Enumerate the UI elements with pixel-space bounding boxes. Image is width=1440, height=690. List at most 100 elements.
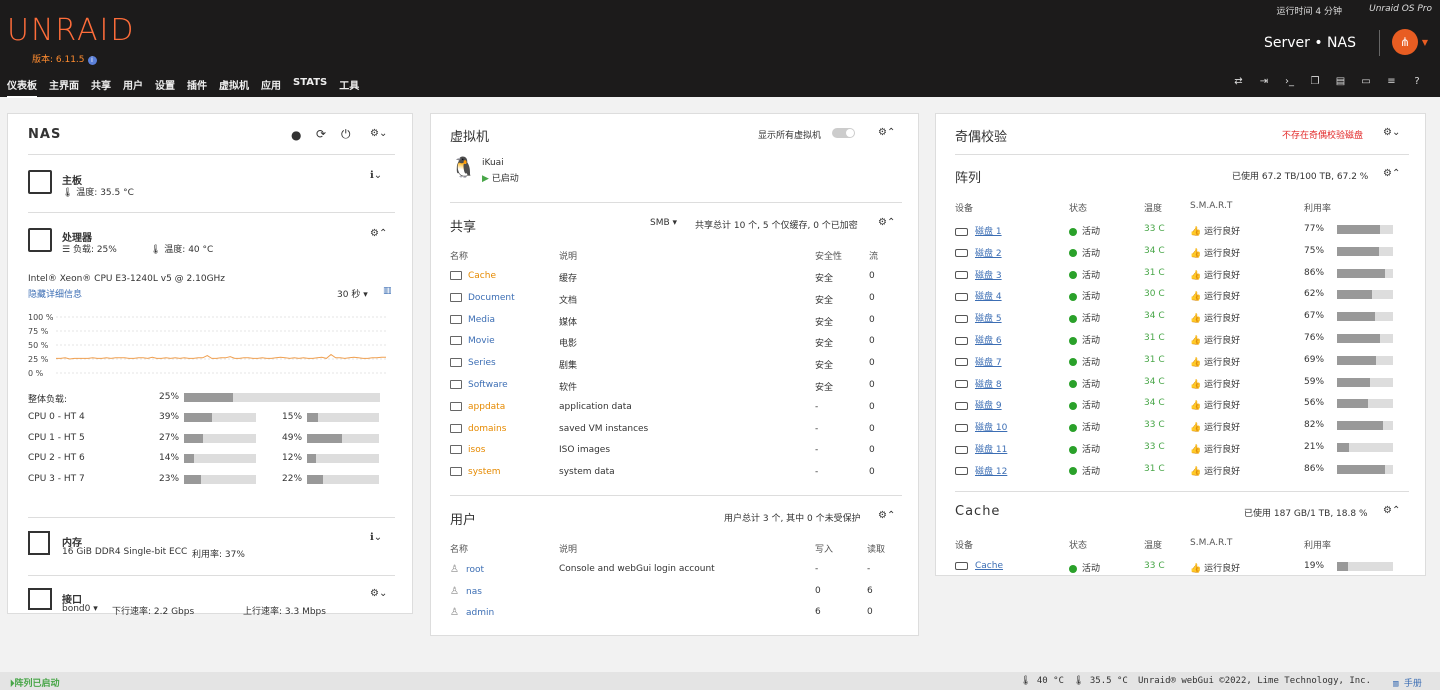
nav-tab[interactable]: 主界面 <box>49 77 79 98</box>
share-name-link[interactable]: Software <box>468 380 508 390</box>
info-icon[interactable]: ℹ⌄ <box>370 170 382 181</box>
disk-name-link[interactable]: 磁盘 8 <box>975 380 1002 390</box>
disk-name-link[interactable]: 磁盘 3 <box>975 271 1002 281</box>
share-row-name[interactable]: isos <box>450 445 485 455</box>
gear-icon[interactable]: ⚙⌃ <box>878 217 895 228</box>
disk-row-device[interactable]: 磁盘 2 <box>955 246 1002 259</box>
disk-row-device[interactable]: 磁盘 11 <box>955 442 1007 455</box>
logout-icon[interactable]: ⇥ <box>1257 76 1271 88</box>
gear-icon[interactable]: ⚙⌃ <box>370 228 387 239</box>
disk-row-device[interactable]: 磁盘 12 <box>955 464 1007 477</box>
disk-row-device[interactable]: 磁盘 10 <box>955 420 1007 433</box>
share-name-link[interactable]: system <box>468 467 501 477</box>
user-name-link[interactable]: root <box>466 565 484 575</box>
disk-row-device[interactable]: 磁盘 6 <box>955 333 1002 346</box>
disk-name-link[interactable]: 磁盘 9 <box>975 401 1002 411</box>
disk-row-device[interactable]: 磁盘 8 <box>955 377 1002 390</box>
share-name-link[interactable]: domains <box>468 424 506 434</box>
disk-name-link[interactable]: 磁盘 11 <box>975 445 1007 455</box>
nav-tab[interactable]: 虚拟机 <box>219 77 249 98</box>
chart-icon[interactable]: ▥ <box>383 286 392 296</box>
nav-tab[interactable]: 设置 <box>155 77 175 98</box>
disk-name-link[interactable]: 磁盘 10 <box>975 423 1007 433</box>
record-icon[interactable]: ● <box>291 128 301 142</box>
disk-row-device[interactable]: Cache <box>955 561 1003 571</box>
disk-row-device[interactable]: 磁盘 7 <box>955 355 1002 368</box>
nav-tab[interactable]: 共享 <box>91 77 111 98</box>
share-name-link[interactable]: Series <box>468 358 496 368</box>
help-icon[interactable]: ? <box>1410 76 1424 88</box>
switch-icon[interactable]: ⇄ <box>1232 76 1246 88</box>
copy-icon[interactable]: ❐ <box>1308 76 1322 88</box>
share-name-link[interactable]: Media <box>468 315 495 325</box>
interval-select[interactable]: 30 秒 ▾ <box>337 287 368 300</box>
unraid-logo[interactable]: UNRAID <box>7 16 136 46</box>
disk-name-link[interactable]: 磁盘 7 <box>975 358 1002 368</box>
share-row-name[interactable]: appdata <box>450 401 505 412</box>
gear-icon[interactable]: ⚙⌃ <box>878 510 895 521</box>
disk-row-device[interactable]: 磁盘 3 <box>955 268 1002 281</box>
gear-icon[interactable]: ⚙⌃ <box>1383 505 1400 516</box>
share-name-link[interactable]: appdata <box>468 402 505 412</box>
chevron-down-icon[interactable]: ▼ <box>1422 38 1428 47</box>
share-name-link[interactable]: isos <box>468 445 485 455</box>
share-name-link[interactable]: Document <box>468 293 515 303</box>
nav-tab[interactable]: 仪表板 <box>7 77 37 98</box>
hide-details-link[interactable]: 隐藏详细信息 <box>28 287 82 300</box>
share-row-name[interactable]: Software <box>450 380 508 390</box>
monitor-icon[interactable]: ▭ <box>1359 76 1373 88</box>
show-all-vms-toggle[interactable] <box>832 128 855 138</box>
disk-name-link[interactable]: 磁盘 1 <box>975 227 1002 237</box>
disk-name-link[interactable]: 磁盘 12 <box>975 467 1007 477</box>
gear-icon[interactable]: ⚙⌃ <box>878 127 895 138</box>
gear-icon[interactable]: ⚙⌄ <box>1383 127 1400 138</box>
share-row-name[interactable]: Document <box>450 292 515 303</box>
info-icon[interactable]: i <box>87 56 97 65</box>
nav-tab[interactable]: 应用 <box>261 77 281 98</box>
log-icon[interactable]: ≡ <box>1385 76 1399 88</box>
nav-tab[interactable]: 工具 <box>339 77 359 98</box>
nav-tab[interactable]: STATS <box>293 77 327 98</box>
version-label[interactable]: 版本: 6.11.5 i <box>32 52 97 65</box>
linux-tux-icon[interactable]: 🐧 <box>451 157 476 177</box>
share-name-link[interactable]: Cache <box>468 271 496 281</box>
disk-name-link[interactable]: 磁盘 2 <box>975 249 1002 259</box>
share-name-link[interactable]: Movie <box>468 336 495 346</box>
nav-tab[interactable]: 用户 <box>123 77 143 98</box>
share-row-name[interactable]: Series <box>450 358 496 368</box>
vm-name[interactable]: iKuai <box>482 158 504 168</box>
disk-row-device[interactable]: 磁盘 1 <box>955 224 1002 237</box>
share-row-name[interactable]: Movie <box>450 336 495 346</box>
manual-link[interactable]: ▥ 手册 <box>1393 676 1422 689</box>
nav-tab[interactable]: 插件 <box>187 77 207 98</box>
user-row-name[interactable]: ♙ admin <box>450 607 494 618</box>
power-icon[interactable]: ⏻ <box>341 127 351 142</box>
user-name-link[interactable]: admin <box>466 608 494 618</box>
share-row-name[interactable]: Media <box>450 314 495 325</box>
user-row-name[interactable]: ♙ root <box>450 564 484 575</box>
disk-name-link[interactable]: 磁盘 6 <box>975 336 1002 346</box>
gear-icon[interactable]: ⚙⌄ <box>370 588 387 599</box>
disk-name-link[interactable]: 磁盘 4 <box>975 292 1002 302</box>
interface-select[interactable]: bond0 ▾ <box>62 604 98 614</box>
gear-icon[interactable]: ⚙⌄ <box>370 128 387 139</box>
gear-icon[interactable]: ⚙⌃ <box>1383 168 1400 179</box>
disk-row-device[interactable]: 磁盘 5 <box>955 311 1002 324</box>
share-row-name[interactable]: domains <box>450 423 506 434</box>
disk-row-device[interactable]: 磁盘 9 <box>955 398 1002 411</box>
disk-name-link[interactable]: Cache <box>975 561 1003 571</box>
refresh-icon[interactable]: ⟳ <box>316 127 326 141</box>
feedback-icon[interactable]: ▤ <box>1334 76 1348 88</box>
os-edition[interactable]: Unraid OS Pro <box>1369 4 1432 14</box>
share-row-name[interactable]: system <box>450 467 501 477</box>
disk-smart: 👍 运行良好 <box>1190 464 1240 477</box>
unraid-account-avatar[interactable]: ⋔ <box>1392 29 1418 55</box>
disk-name-link[interactable]: 磁盘 5 <box>975 314 1002 324</box>
info-icon[interactable]: ℹ⌄ <box>370 532 382 543</box>
user-row-name[interactable]: ♙ nas <box>450 586 482 597</box>
terminal-icon[interactable]: ›_ <box>1283 76 1297 88</box>
protocol-select[interactable]: SMB ▾ <box>650 218 677 228</box>
share-row-name[interactable]: Cache <box>450 271 496 281</box>
disk-row-device[interactable]: 磁盘 4 <box>955 289 1002 302</box>
user-name-link[interactable]: nas <box>466 587 482 597</box>
